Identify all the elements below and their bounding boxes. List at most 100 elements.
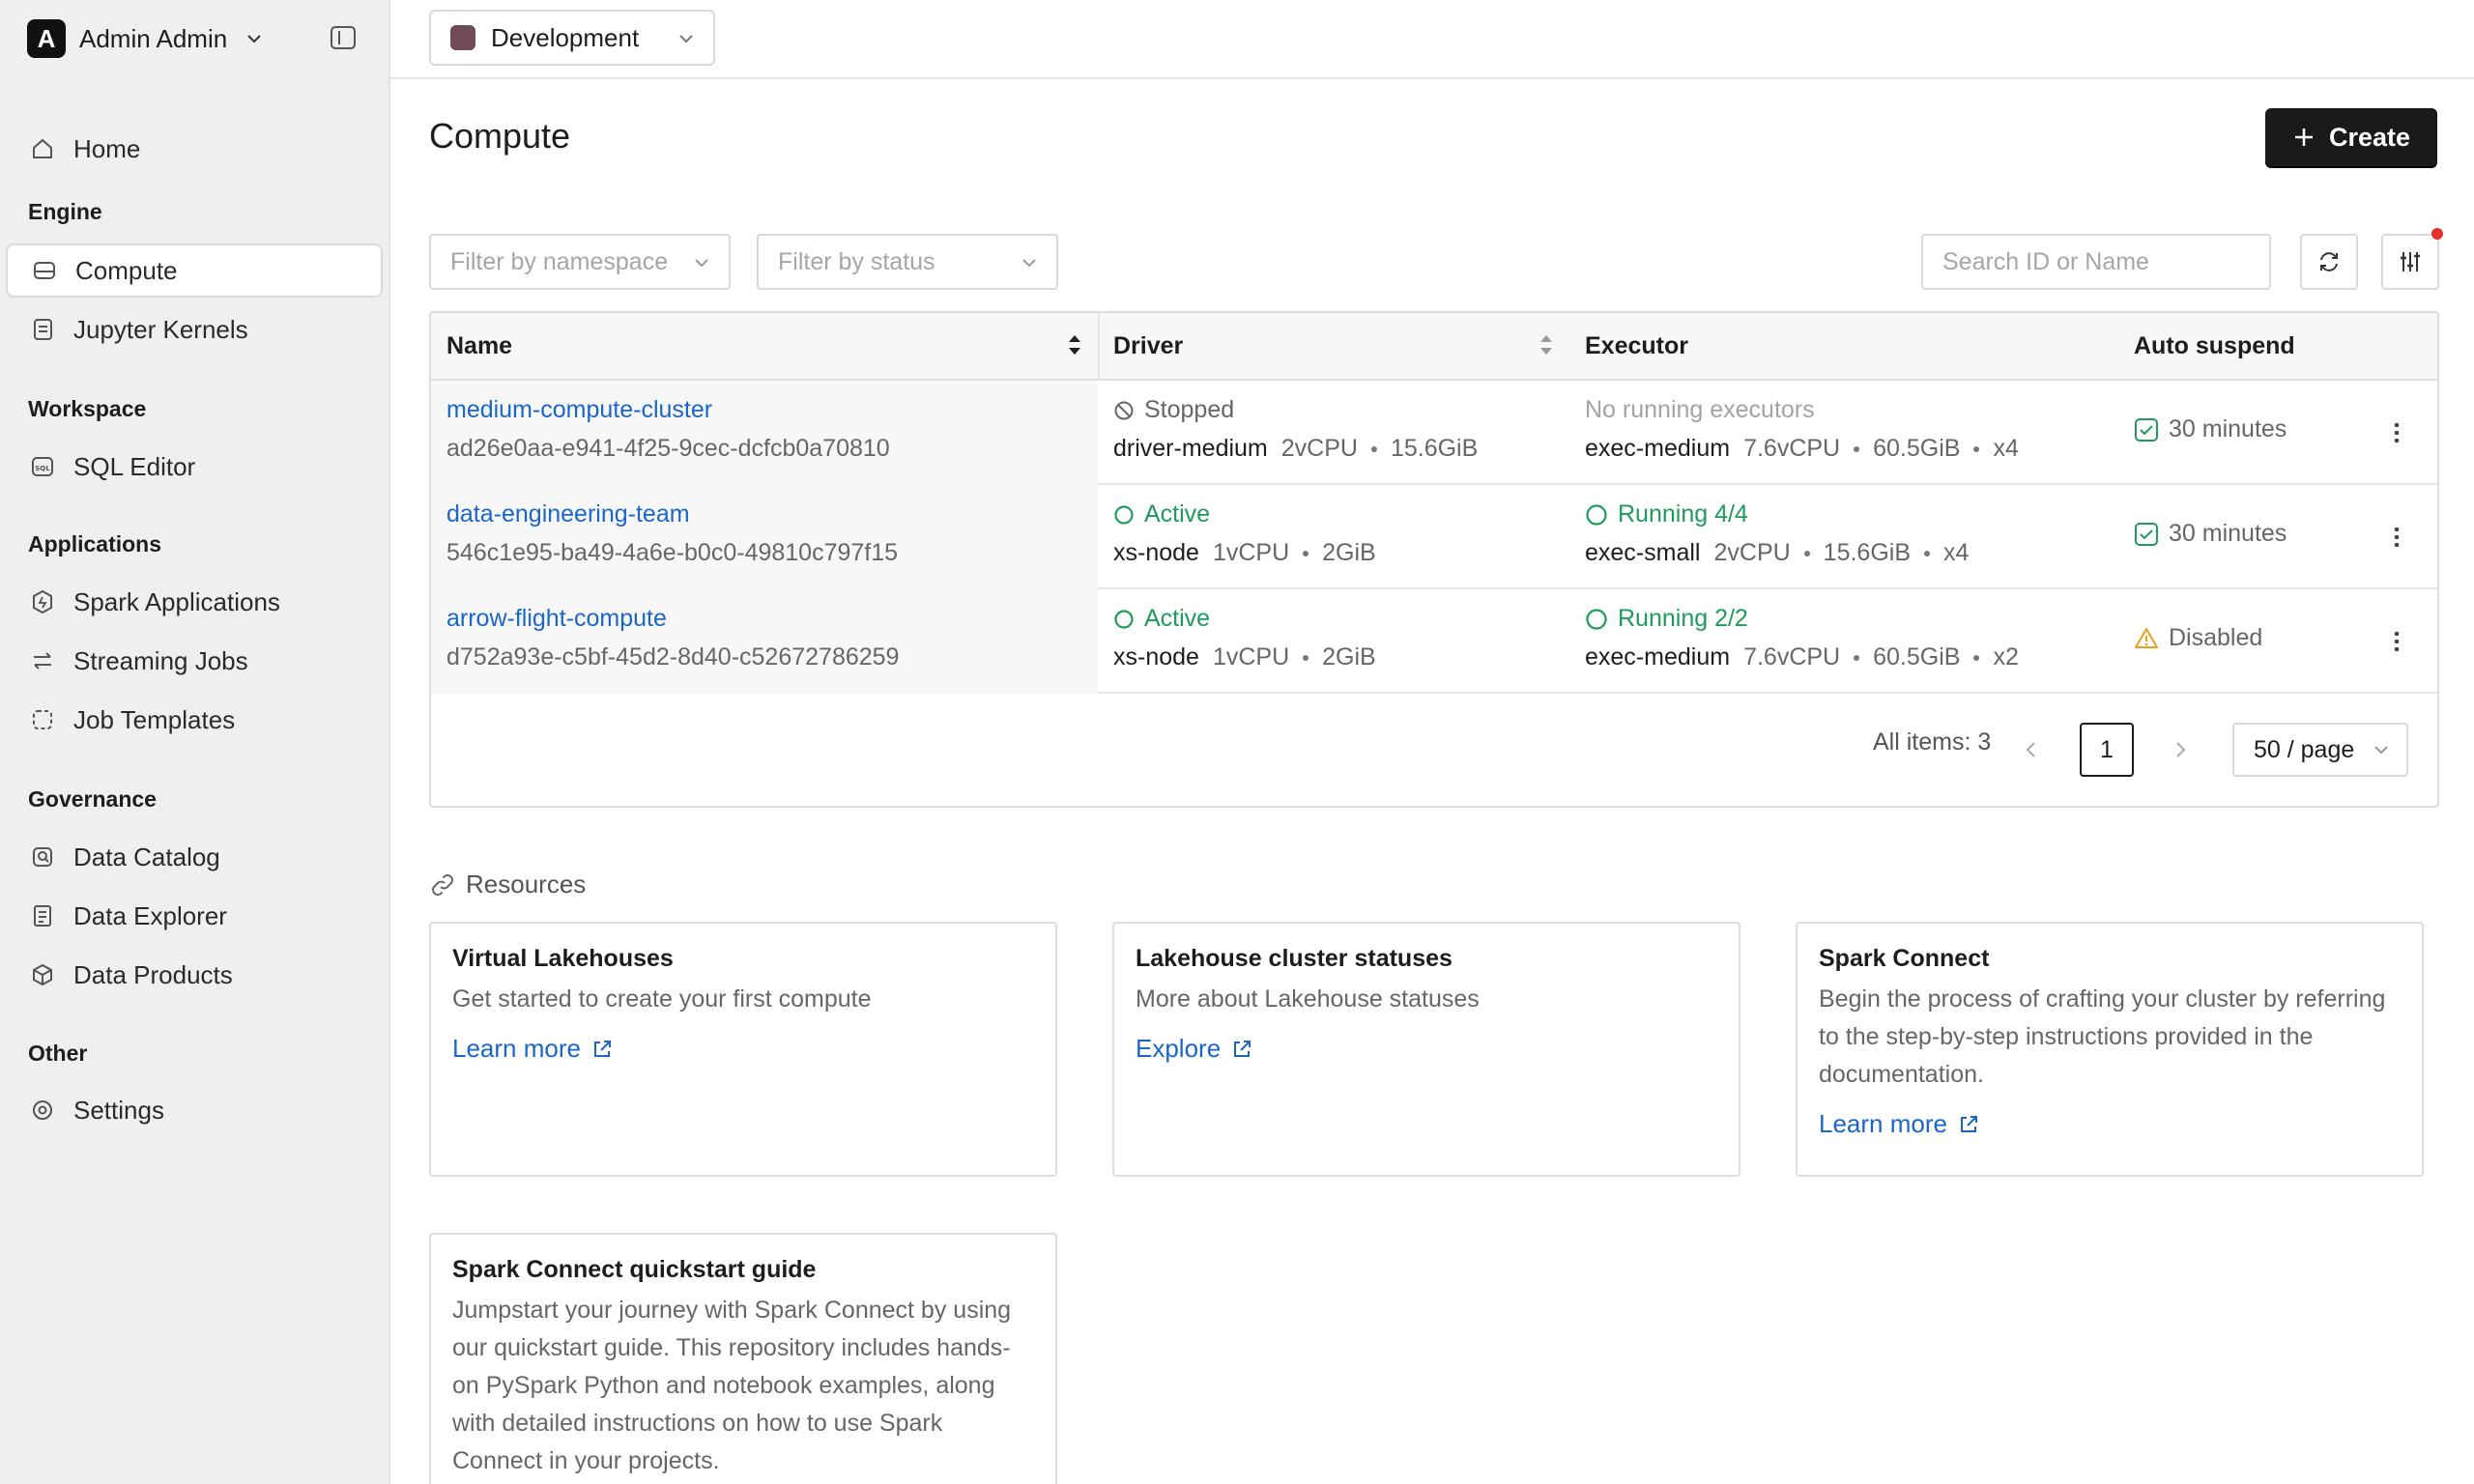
separator-dot (1303, 654, 1309, 661)
status-filter[interactable]: Filter by status (757, 234, 1058, 290)
more-actions-icon[interactable] (2387, 414, 2406, 452)
total-items: All items: 3 (1873, 728, 1992, 756)
column-header-auto-suspend: Auto suspend (2134, 332, 2295, 359)
sidebar-item-data-products[interactable]: Data Products (6, 948, 383, 1002)
sidebar-item-data-catalog[interactable]: Data Catalog (6, 830, 383, 884)
executor-status: No running executors (1585, 396, 1815, 423)
svg-text:SQL: SQL (35, 465, 50, 472)
driver-status-label: Stopped (1144, 396, 1235, 423)
sidebar-item-label: Home (73, 133, 141, 163)
driver-node: driver-medium (1113, 435, 1268, 462)
auto-suspend-label: 30 minutes (2169, 520, 2287, 547)
driver-node: xs-node (1113, 643, 1199, 671)
table-header: Name Driver Executor Auto suspend (431, 313, 2437, 381)
sidebar-item-label: Spark Applications (73, 586, 280, 616)
sidebar-item-jupyter-kernels[interactable]: Jupyter Kernels (6, 302, 383, 357)
separator-dot (1973, 445, 1980, 452)
sidebar-item-streaming-jobs[interactable]: Streaming Jobs (6, 634, 383, 688)
sidebar-item-settings[interactable]: Settings (6, 1083, 383, 1137)
executor-count: x4 (1943, 539, 1970, 566)
sql-icon: SQL (32, 457, 53, 476)
card-title: Spark Connect (1819, 945, 1990, 972)
more-actions-icon[interactable] (2387, 622, 2406, 661)
server-icon (34, 262, 55, 279)
sidebar-item-data-explorer[interactable]: Data Explorer (6, 889, 383, 943)
sidebar-item-compute[interactable]: Compute (6, 243, 383, 298)
executor-cpu: 2vCPU (1713, 539, 1791, 566)
chevron-left-icon[interactable] (2022, 738, 2041, 761)
create-button-label: Create (2328, 122, 2411, 152)
template-icon (33, 710, 52, 729)
nav-section-governance: Governance (28, 786, 157, 812)
driver-cpu: 2vCPU (1280, 435, 1358, 462)
namespace-filter[interactable]: Filter by namespace (429, 234, 731, 290)
refresh-button[interactable] (2300, 234, 2358, 290)
sidebar-item-label: Settings (73, 1095, 164, 1125)
active-circle-icon (1114, 609, 1134, 629)
cube-icon (33, 963, 52, 986)
card-description: Jumpstart your journey with Spark Connec… (452, 1297, 1012, 1474)
separator-dot (1973, 654, 1980, 661)
driver-cpu: 1vCPU (1212, 539, 1290, 566)
chevron-right-icon[interactable] (2171, 738, 2190, 761)
executor-node: exec-medium (1585, 435, 1731, 462)
cluster-name-link[interactable]: arrow-flight-compute (446, 605, 667, 633)
executor-cpu: 7.6vCPU (1743, 435, 1841, 462)
driver-mem: 15.6GiB (1390, 435, 1479, 462)
executor-cpu: 7.6vCPU (1743, 643, 1841, 671)
chevron-down-icon (679, 35, 693, 43)
driver-node: xs-node (1113, 539, 1199, 566)
executor-spec: exec-medium 7.6vCPU 60.5GiB x2 (1585, 643, 2019, 671)
search-input[interactable] (1921, 234, 2271, 290)
sort-icon[interactable] (1065, 330, 1084, 359)
cluster-name-link[interactable]: medium-compute-cluster (446, 396, 712, 424)
create-button[interactable]: Create (2265, 108, 2437, 166)
driver-spec: xs-node 1vCPU 2GiB (1113, 539, 1376, 567)
driver-mem: 2GiB (1322, 539, 1376, 566)
nav-section-workspace: Workspace (28, 396, 147, 421)
sidebar-item-label: SQL Editor (73, 451, 196, 481)
page-title: Compute (429, 116, 571, 156)
cluster-id: ad26e0aa-e941-4f25-9cec-dcfcb0a70810 (446, 435, 890, 462)
separator-dot (1370, 445, 1377, 452)
card-description: Begin the process of crafting your clust… (1819, 985, 2386, 1088)
account-switcher[interactable]: A Admin Admin (27, 19, 264, 58)
sidebar-toggle-icon[interactable] (329, 23, 360, 54)
executor-mem: 15.6GiB (1823, 539, 1912, 566)
more-actions-icon[interactable] (2387, 518, 2406, 556)
explore-link[interactable]: Explore (1136, 1034, 1253, 1064)
column-settings-button[interactable] (2381, 228, 2443, 290)
sort-icon[interactable] (1537, 330, 1556, 359)
page-number-button[interactable]: 1 (2080, 723, 2134, 777)
cluster-name-link[interactable]: data-engineering-team (446, 500, 690, 528)
card-title: Virtual Lakehouses (452, 945, 674, 972)
resources-heading: Resources (429, 870, 586, 899)
table-row: medium-compute-cluster ad26e0aa-e941-4f2… (431, 381, 2437, 485)
separator-dot (1303, 550, 1309, 556)
sidebar-item-job-templates[interactable]: Job Templates (6, 693, 383, 747)
separator-dot (1803, 550, 1810, 556)
explorer-icon (34, 905, 51, 927)
sidebar-item-home[interactable]: Home (6, 122, 383, 176)
learn-more-link[interactable]: Learn more (1819, 1109, 1980, 1139)
stopped-icon (1114, 401, 1134, 419)
page-size-select[interactable]: 50 / page (2232, 723, 2408, 777)
status-filter-placeholder: Filter by status (778, 247, 935, 275)
learn-more-link[interactable]: Learn more (452, 1034, 614, 1064)
home-icon (33, 138, 52, 158)
catalog-icon (33, 847, 52, 867)
chevron-down-icon (1022, 259, 1036, 268)
sidebar-item-spark-applications[interactable]: Spark Applications (6, 575, 383, 629)
driver-status-label: Active (1144, 500, 1211, 528)
environment-select[interactable]: Development (429, 10, 715, 66)
column-header-name: Name (446, 332, 513, 359)
chevron-down-icon (247, 35, 261, 43)
sidebar-item-label: Data Explorer (73, 900, 227, 930)
external-link-icon (1960, 1115, 1977, 1132)
sidebar-item-sql-editor[interactable]: SQL SQL Editor (6, 440, 383, 494)
executor-status: Running 4/4 (1585, 500, 1748, 528)
warning-icon (2135, 627, 2158, 648)
table-row: arrow-flight-compute d752a93e-c5bf-45d2-… (431, 589, 2437, 694)
sidebar-item-label: Data Catalog (73, 842, 220, 871)
executor-status-label: Running 4/4 (1618, 500, 1748, 528)
